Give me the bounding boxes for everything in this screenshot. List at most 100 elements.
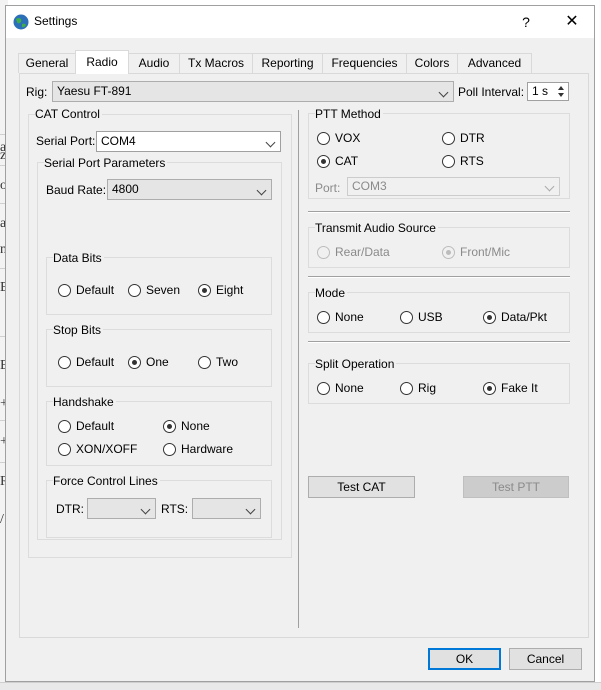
radio-label: Rig: [418, 381, 437, 395]
radio-circle: [317, 155, 330, 168]
radio-label: None: [181, 419, 210, 433]
force-control-lines-title: Force Control Lines: [53, 474, 160, 488]
mode-title: Mode: [315, 286, 348, 300]
split-operation-title: Split Operation: [315, 357, 397, 371]
spin-arrows-icon[interactable]: [556, 84, 566, 99]
tab-reporting[interactable]: Reporting: [252, 53, 323, 73]
radio-circle: [198, 356, 211, 369]
radio-circle: [58, 356, 71, 369]
ptt-port-select[interactable]: COM3: [347, 177, 560, 196]
radio-label: RTS: [460, 154, 484, 168]
rig-value: Yaesu FT-891: [57, 84, 132, 98]
radio-circle: [198, 284, 211, 297]
radio-circle: [163, 443, 176, 456]
help-button[interactable]: ?: [506, 6, 546, 38]
radio-label: CAT: [335, 154, 359, 168]
radio-circle: [317, 132, 330, 145]
radio-selected-dot: [487, 315, 492, 320]
radio-label: Eight: [216, 283, 244, 297]
test-ptt-button[interactable]: Test PTT: [463, 476, 569, 498]
radio-circle: [128, 284, 141, 297]
radio-selected-dot: [167, 424, 172, 429]
radio-label: None: [335, 381, 364, 395]
baud-rate-value: 4800: [112, 182, 139, 196]
rts-label: RTS:: [161, 502, 189, 516]
tab-colors[interactable]: Colors: [406, 53, 458, 73]
test-cat-button[interactable]: Test CAT: [308, 476, 415, 498]
dtr-select[interactable]: [87, 498, 156, 519]
radio-circle: [442, 155, 455, 168]
radio-label: Two: [216, 355, 239, 369]
radio-label: Data/Pkt: [501, 310, 548, 324]
radio-label: USB: [418, 310, 443, 324]
tab-audio[interactable]: Audio: [128, 53, 180, 73]
tab-frequencies[interactable]: Frequencies: [322, 53, 407, 73]
separator: [308, 341, 570, 343]
radio-circle: [483, 311, 496, 324]
radio-label: Fake It: [501, 381, 538, 395]
ok-button[interactable]: OK: [428, 648, 501, 670]
chevron-down-icon: [256, 185, 267, 196]
radio-circle: [58, 443, 71, 456]
serial-port-parameters-title: Serial Port Parameters: [44, 156, 168, 170]
radio-circle: [317, 311, 330, 324]
chevron-down-icon: [544, 181, 555, 192]
radio-circle: [128, 356, 141, 369]
window-title: Settings: [34, 14, 78, 28]
radio-label: None: [335, 310, 364, 324]
serial-port-label: Serial Port:: [36, 134, 96, 148]
tab-tx-macros[interactable]: Tx Macros: [179, 53, 253, 73]
transmit-audio-source-title: Transmit Audio Source: [315, 221, 438, 235]
ptt-method-title: PTT Method: [315, 107, 383, 121]
poll-interval-value: 1 s: [532, 84, 549, 98]
tab-general[interactable]: General: [18, 53, 76, 73]
chevron-down-icon: [265, 137, 276, 148]
data-bits-title: Data Bits: [53, 251, 104, 265]
tab-radio[interactable]: Radio: [75, 50, 129, 74]
settings-dialog: Settings ? ✕ General Radio Audio Tx Macr…: [5, 5, 595, 682]
rts-select[interactable]: [192, 498, 261, 519]
serial-port-value: COM4: [101, 134, 136, 148]
radio-selected-dot: [446, 250, 451, 255]
baud-rate-select[interactable]: 4800: [107, 179, 272, 200]
radio-circle: [400, 311, 413, 324]
cat-control-title: CAT Control: [35, 107, 102, 121]
radio-circle: [317, 246, 330, 259]
cancel-button[interactable]: Cancel: [509, 648, 582, 670]
stop-bits-title: Stop Bits: [53, 323, 104, 337]
dtr-label: DTR:: [56, 502, 84, 516]
radio-circle: [483, 382, 496, 395]
radio-circle: [58, 284, 71, 297]
poll-interval-label: Poll Interval:: [458, 85, 525, 99]
radio-circle: [400, 382, 413, 395]
radio-selected-dot: [132, 360, 137, 365]
serial-port-select[interactable]: COM4: [96, 131, 281, 152]
poll-interval-spinbox[interactable]: 1 s: [527, 82, 569, 101]
close-icon[interactable]: ✕: [551, 6, 593, 38]
radio-label: Hardware: [181, 442, 234, 456]
chevron-down-icon: [245, 504, 256, 515]
rig-label: Rig:: [26, 85, 48, 99]
chevron-down-icon: [140, 504, 151, 515]
rig-select[interactable]: Yaesu FT-891: [52, 81, 454, 102]
radio-circle: [442, 246, 455, 259]
radio-circle: [163, 420, 176, 433]
radio-label: Front/Mic: [460, 245, 511, 259]
radio-circle: [58, 420, 71, 433]
separator: [308, 211, 570, 213]
radio-label: Rear/Data: [335, 245, 390, 259]
chevron-down-icon: [438, 87, 449, 98]
radio-label: DTR: [460, 131, 485, 145]
radio-label: Default: [76, 283, 115, 297]
app-globe-icon: [13, 14, 29, 30]
title-bar[interactable]: Settings ? ✕: [6, 6, 594, 38]
radio-label: One: [146, 355, 169, 369]
radio-label: Seven: [146, 283, 181, 297]
radio-label: VOX: [335, 131, 361, 145]
radio-selected-dot: [321, 159, 326, 164]
column-divider: [298, 110, 299, 628]
tab-advanced[interactable]: Advanced: [457, 53, 532, 73]
radio-circle: [442, 132, 455, 145]
radio-label: Default: [76, 419, 115, 433]
radio-label: Default: [76, 355, 115, 369]
